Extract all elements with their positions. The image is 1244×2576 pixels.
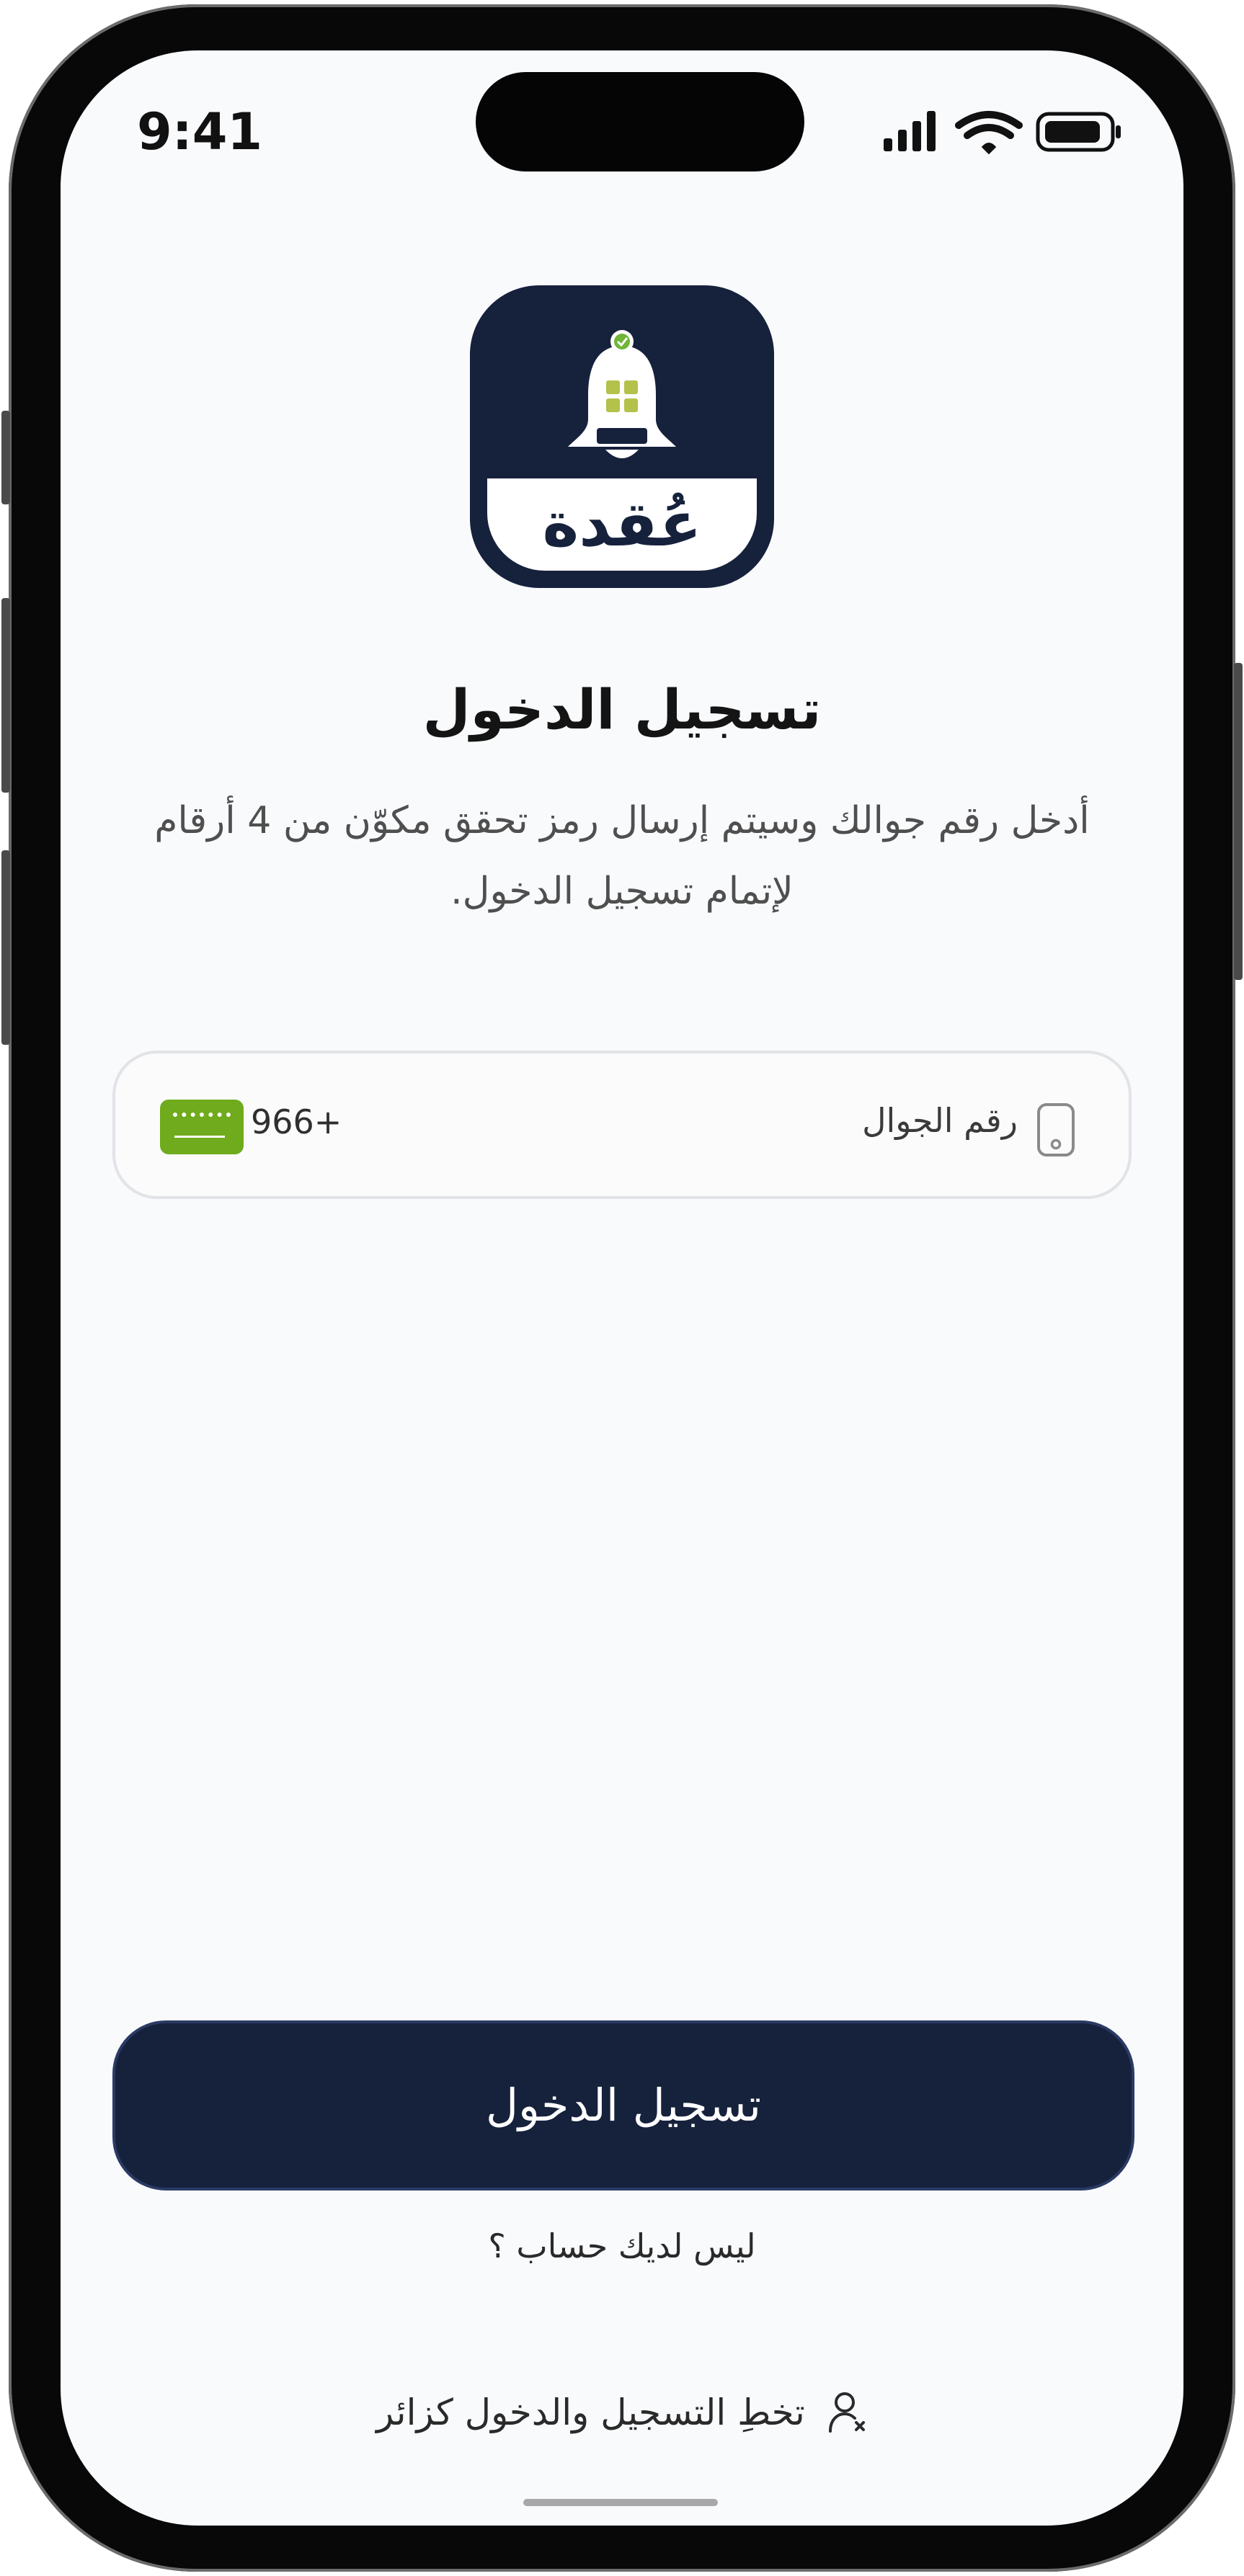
phone-number-field[interactable]: 966+ <box>112 1051 1132 1199</box>
device-volume-down-button <box>1 850 10 1045</box>
page-title: تسجيل الدخول <box>422 677 822 741</box>
no-account-link[interactable]: ليس لديك حساب ؟ <box>0 2227 1244 2265</box>
flag-script <box>173 1113 231 1131</box>
bell-icon <box>568 330 676 458</box>
login-button[interactable]: تسجيل الدخول <box>112 2020 1134 2191</box>
home-indicator <box>523 2499 718 2506</box>
saudi-flag-icon <box>160 1100 244 1154</box>
cellular-signal-icon <box>884 111 936 151</box>
device-silent-switch <box>1 411 10 504</box>
status-bar-time: 9:41 <box>137 102 263 161</box>
user-guest-icon <box>828 2392 865 2433</box>
guest-login-row: تخطِ التسجيل والدخول كزائر <box>0 2389 1244 2447</box>
mobile-phone-icon <box>1037 1103 1075 1156</box>
guest-login-link[interactable]: تخطِ التسجيل والدخول كزائر <box>376 2389 868 2435</box>
guest-login-label: تخطِ التسجيل والدخول كزائر <box>376 2392 805 2433</box>
subtitle-line-1: أدخل رقم جوالك وسيتم إرسال رمز تحقق مكوّ… <box>154 799 1090 842</box>
phone-number-input[interactable] <box>643 1101 1018 1140</box>
logo-text: عُقدة <box>542 489 702 561</box>
subtitle-line-2: لإتمام تسجيل الدخول. <box>450 870 794 913</box>
country-code-selector[interactable]: 966+ <box>251 1102 342 1141</box>
app-logo: عُقدة <box>470 285 774 588</box>
page-subtitle: أدخل رقم جوالك وسيتم إرسال رمز تحقق مكوّ… <box>108 785 1136 927</box>
flag-sword <box>174 1136 225 1138</box>
status-bar-icons <box>884 111 1121 155</box>
battery-icon <box>1036 112 1121 152</box>
dynamic-island <box>476 72 804 171</box>
wifi-icon <box>955 111 1023 155</box>
